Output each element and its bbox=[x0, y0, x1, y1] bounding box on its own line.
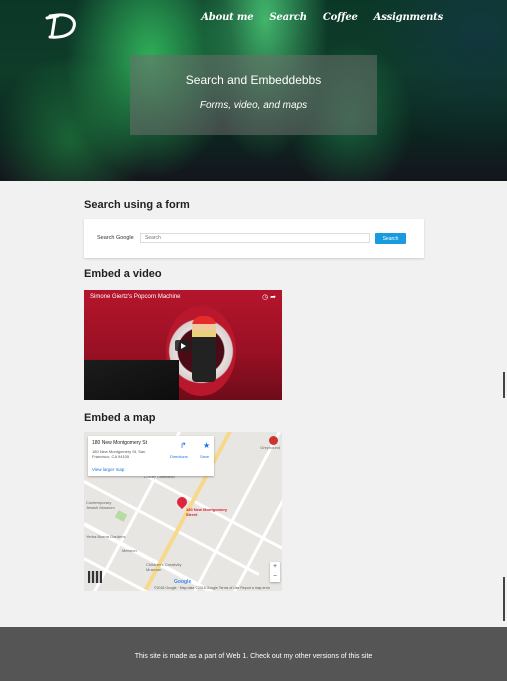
nav-coffee[interactable]: Coffee bbox=[323, 12, 358, 23]
directions-link[interactable]: Directions bbox=[170, 454, 188, 459]
search-button[interactable]: Search bbox=[375, 233, 406, 244]
map-poi: Metreon bbox=[122, 548, 137, 553]
page-title: Search and Embeddebbs bbox=[185, 73, 322, 87]
hero-title-box: Search and Embeddebbs Forms, video, and … bbox=[130, 55, 377, 135]
video-thumbnail-person bbox=[192, 316, 216, 382]
embedded-video[interactable]: Simone Giertz's Popcorn Machine ◷ ➦ bbox=[84, 290, 282, 400]
map-place-title: 180 New Montgomery St bbox=[92, 440, 148, 446]
form-heading: Search using a form bbox=[84, 199, 190, 211]
map-attribution[interactable]: ©2018 Google · Map data ©2018 Google Ter… bbox=[154, 586, 270, 590]
search-form: Search Google Search bbox=[84, 219, 424, 258]
share-icon[interactable]: ◷ ➦ bbox=[262, 293, 276, 301]
google-logo: Google bbox=[174, 579, 192, 585]
map-info-card: 180 New Montgomery St 180 New Montgomery… bbox=[88, 436, 214, 476]
hero-banner: About me Search Coffee Assignments Searc… bbox=[0, 0, 507, 181]
search-input[interactable] bbox=[140, 233, 370, 243]
footer-text: This site is made as a part of Web 1. Ch… bbox=[134, 653, 373, 660]
scrollbar[interactable] bbox=[503, 372, 505, 398]
site-footer: This site is made as a part of Web 1. Ch… bbox=[0, 627, 507, 681]
nav-about-me[interactable]: About me bbox=[201, 12, 253, 23]
directions-icon[interactable]: ↱ bbox=[180, 441, 187, 450]
nav-search[interactable]: Search bbox=[269, 12, 307, 23]
map-park bbox=[114, 510, 128, 522]
map-heading: Embed a map bbox=[84, 412, 156, 424]
page-subtitle: Forms, video, and maps bbox=[199, 100, 308, 111]
map-poi: Greyhound bbox=[260, 445, 280, 450]
video-heading: Embed a video bbox=[84, 268, 162, 280]
video-title[interactable]: Simone Giertz's Popcorn Machine bbox=[90, 294, 181, 300]
zoom-control[interactable]: + − bbox=[270, 562, 280, 582]
map-poi: Yerba Buena Gardens bbox=[86, 534, 126, 539]
zoom-out-icon[interactable]: − bbox=[270, 572, 280, 582]
search-label: Search Google bbox=[97, 235, 134, 241]
map-poi: Contemporary Jewish Museum bbox=[86, 500, 115, 510]
video-thumbnail-desk bbox=[84, 360, 179, 400]
map-address: 180 New Montgomery St, San Francisco, CA… bbox=[92, 449, 146, 459]
save-link[interactable]: Save bbox=[200, 454, 209, 459]
logo-icon[interactable] bbox=[44, 12, 78, 40]
map-pin-label: 180 New Montgomery Street bbox=[186, 507, 228, 517]
avatar[interactable] bbox=[269, 436, 278, 445]
nav-assignments[interactable]: Assignments bbox=[374, 12, 444, 23]
save-icon[interactable]: ★ bbox=[203, 441, 210, 450]
view-larger-map-link[interactable]: View larger map bbox=[92, 467, 124, 472]
map-thumbnail-icon[interactable] bbox=[88, 571, 102, 583]
play-button-icon[interactable] bbox=[175, 340, 191, 351]
map-poi: Children's Creativity Museum bbox=[146, 562, 182, 572]
scrollbar[interactable] bbox=[503, 577, 505, 621]
embedded-map[interactable]: Luxury Collection Yerba Buena Gardens Co… bbox=[84, 432, 282, 591]
main-nav: About me Search Coffee Assignments bbox=[201, 12, 443, 23]
zoom-in-icon[interactable]: + bbox=[270, 562, 280, 572]
